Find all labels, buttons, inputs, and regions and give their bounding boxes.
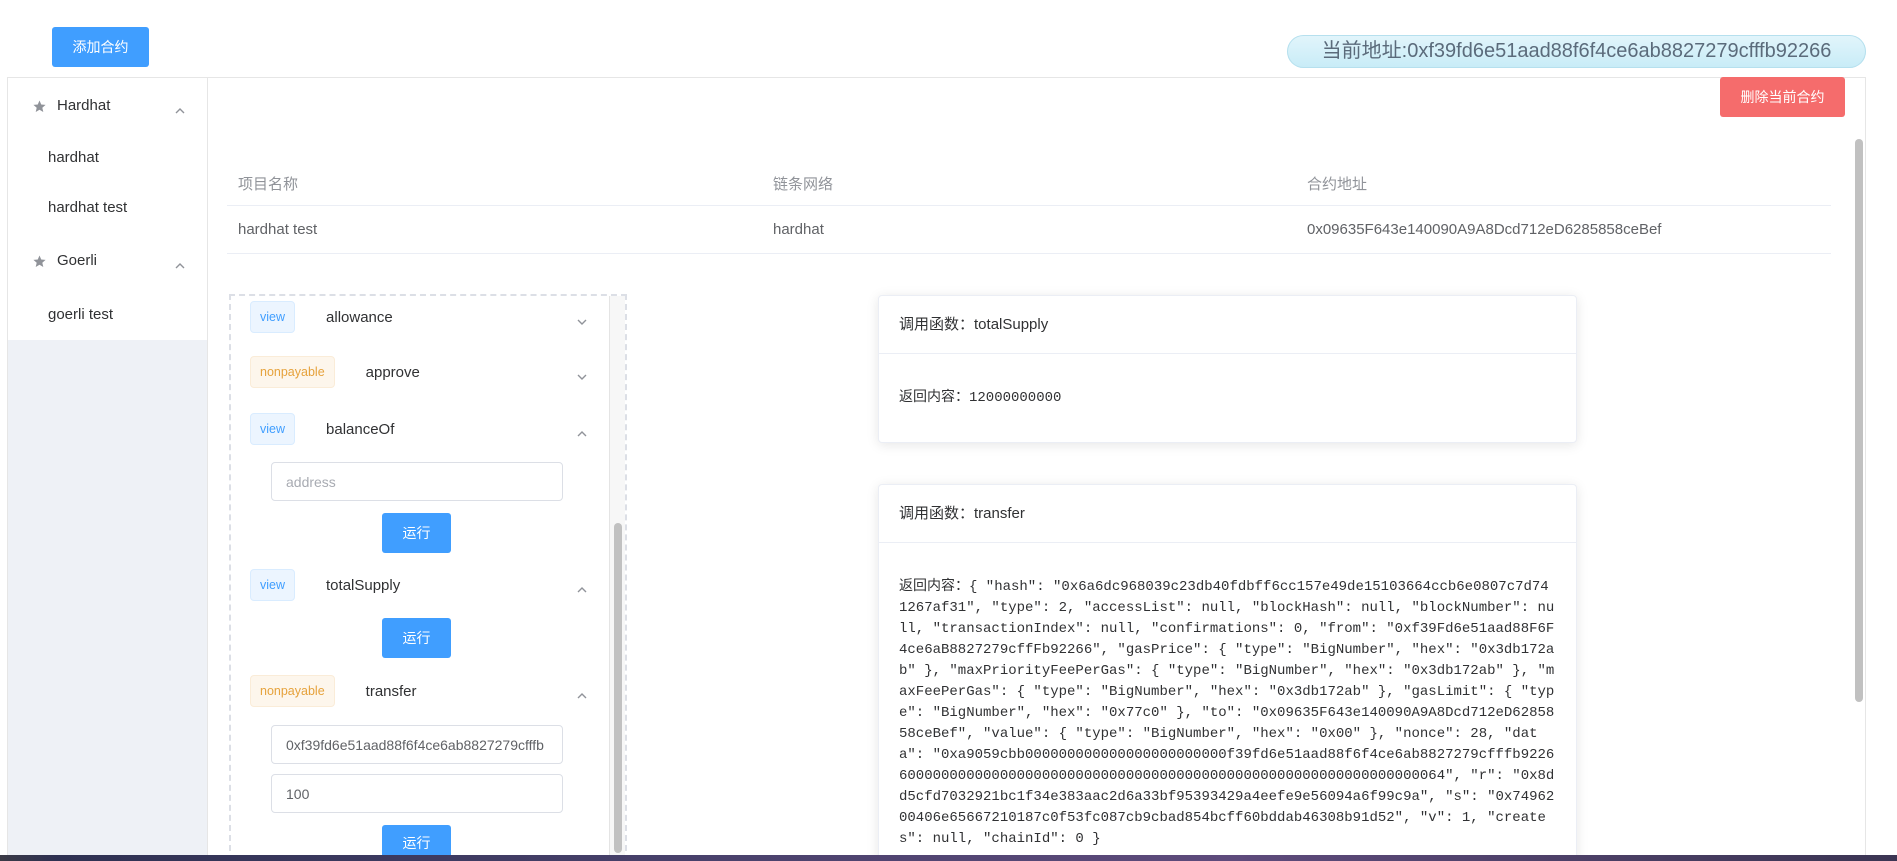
called-function-label: 调用函数：: [899, 505, 975, 522]
menu-item-label: hardhat: [48, 149, 99, 166]
run-totalsupply-button[interactable]: 运行: [382, 618, 451, 658]
function-type-tag: view: [250, 301, 296, 333]
function-type-tag: view: [250, 569, 296, 601]
menu-group-label: Hardhat: [57, 97, 111, 114]
function-list-panel: view allowance nonpayable approve view b…: [229, 294, 627, 861]
chevron-up-icon: [175, 102, 185, 114]
menu-item-hardhat[interactable]: hardhat: [8, 133, 207, 183]
result-text: 返回内容：{ "hash": "0x6a6dc968039c23db40fdbf…: [899, 577, 1556, 861]
function-item-allowance[interactable]: view allowance: [250, 301, 587, 333]
column-header-network: 链条网络: [762, 162, 1296, 206]
star-icon: [33, 100, 46, 113]
function-name: approve: [365, 363, 420, 381]
menu-item-label: hardhat test: [48, 199, 128, 216]
chevron-up-icon: [577, 581, 587, 593]
cell-project-name: hardhat test: [227, 205, 762, 254]
cell-network: hardhat: [762, 205, 1296, 254]
run-balanceof-button[interactable]: 运行: [382, 513, 451, 553]
chevron-up-icon: [577, 687, 587, 699]
menu-group-label: Goerli: [57, 252, 98, 269]
result-card-header: 调用函数：transfer: [879, 485, 1576, 543]
menu-item-label: goerli test: [48, 306, 114, 323]
sidebar: Hardhat hardhat hardhat test Goerli goer…: [8, 78, 208, 861]
table-header-row: 项目名称 链条网络 合约地址: [227, 162, 1831, 206]
transfer-to-input[interactable]: [271, 725, 563, 764]
chevron-down-icon: [577, 368, 587, 380]
function-name: transfer: [365, 682, 417, 700]
current-address-value: 0xf39fd6e51aad88f6f4ce6ab8827279cfffb922…: [1407, 40, 1832, 62]
function-item-balanceof[interactable]: view balanceOf: [250, 413, 587, 445]
function-name: balanceOf: [326, 420, 395, 438]
contract-table: 项目名称 链条网络 合约地址 hardhat test hardhat 0x09…: [227, 162, 1831, 254]
column-header-project-name: 项目名称: [227, 162, 762, 206]
result-card-body: 返回内容：12000000000: [879, 354, 1576, 409]
function-name: allowance: [326, 308, 393, 326]
transfer-amount-input[interactable]: [271, 774, 563, 813]
menu-group-goerli[interactable]: Goerli: [8, 236, 207, 286]
add-contract-button[interactable]: 添加合约: [52, 27, 149, 67]
function-item-transfer[interactable]: nonpayable transfer: [250, 675, 587, 707]
function-type-tag: view: [250, 413, 296, 445]
column-header-contract-address: 合约地址: [1296, 162, 1831, 206]
called-function-name: totalSupply: [974, 316, 1049, 333]
chevron-down-icon: [577, 313, 587, 325]
table-row[interactable]: hardhat test hardhat 0x09635F643e140090A…: [227, 205, 1831, 254]
function-list-scrollbar-thumb[interactable]: [614, 523, 622, 853]
result-label: 返回内容：: [899, 390, 969, 406]
cell-contract-address: 0x09635F643e140090A9A8Dcd712eD6285858ceB…: [1296, 205, 1831, 254]
main-scrollbar-thumb[interactable]: [1855, 139, 1863, 702]
delete-contract-button[interactable]: 删除当前合约: [1720, 77, 1845, 117]
contract-menu: Hardhat hardhat hardhat test Goerli goer…: [8, 78, 207, 340]
function-item-totalsupply[interactable]: view totalSupply: [250, 569, 587, 601]
menu-item-goerli-test[interactable]: goerli test: [8, 290, 207, 340]
result-value: 12000000000: [969, 390, 1062, 406]
result-card-totalsupply: 调用函数：totalSupply 返回内容：12000000000: [878, 295, 1577, 443]
called-function-name: transfer: [974, 505, 1025, 522]
chevron-up-icon: [577, 425, 587, 437]
result-text: 返回内容：12000000000: [899, 388, 1556, 409]
menu-group-hardhat[interactable]: Hardhat: [8, 81, 207, 131]
result-value: { "hash": "0x6a6dc968039c23db40fdbff6cc1…: [899, 579, 1555, 847]
function-name: totalSupply: [326, 576, 401, 594]
bottom-edge-strip: [0, 855, 1897, 861]
function-type-tag: nonpayable: [250, 356, 335, 388]
star-icon: [33, 255, 46, 268]
result-card-body: 返回内容：{ "hash": "0x6a6dc968039c23db40fdbf…: [879, 543, 1576, 861]
menu-item-hardhat-test[interactable]: hardhat test: [8, 183, 207, 233]
balanceof-address-input[interactable]: [271, 462, 563, 501]
current-address-badge: 当前地址:0xf39fd6e51aad88f6f4ce6ab8827279cff…: [1287, 35, 1866, 68]
current-address-label: 当前地址:: [1321, 40, 1408, 62]
called-function-label: 调用函数：: [899, 316, 975, 333]
chevron-up-icon: [175, 257, 185, 269]
function-type-tag: nonpayable: [250, 675, 335, 707]
result-label: 返回内容：: [899, 579, 969, 595]
result-card-header: 调用函数：totalSupply: [879, 296, 1576, 354]
function-item-approve[interactable]: nonpayable approve: [250, 356, 587, 388]
result-card-transfer: 调用函数：transfer 返回内容：{ "hash": "0x6a6dc968…: [878, 484, 1577, 861]
sidebar-empty-area: [8, 340, 207, 861]
